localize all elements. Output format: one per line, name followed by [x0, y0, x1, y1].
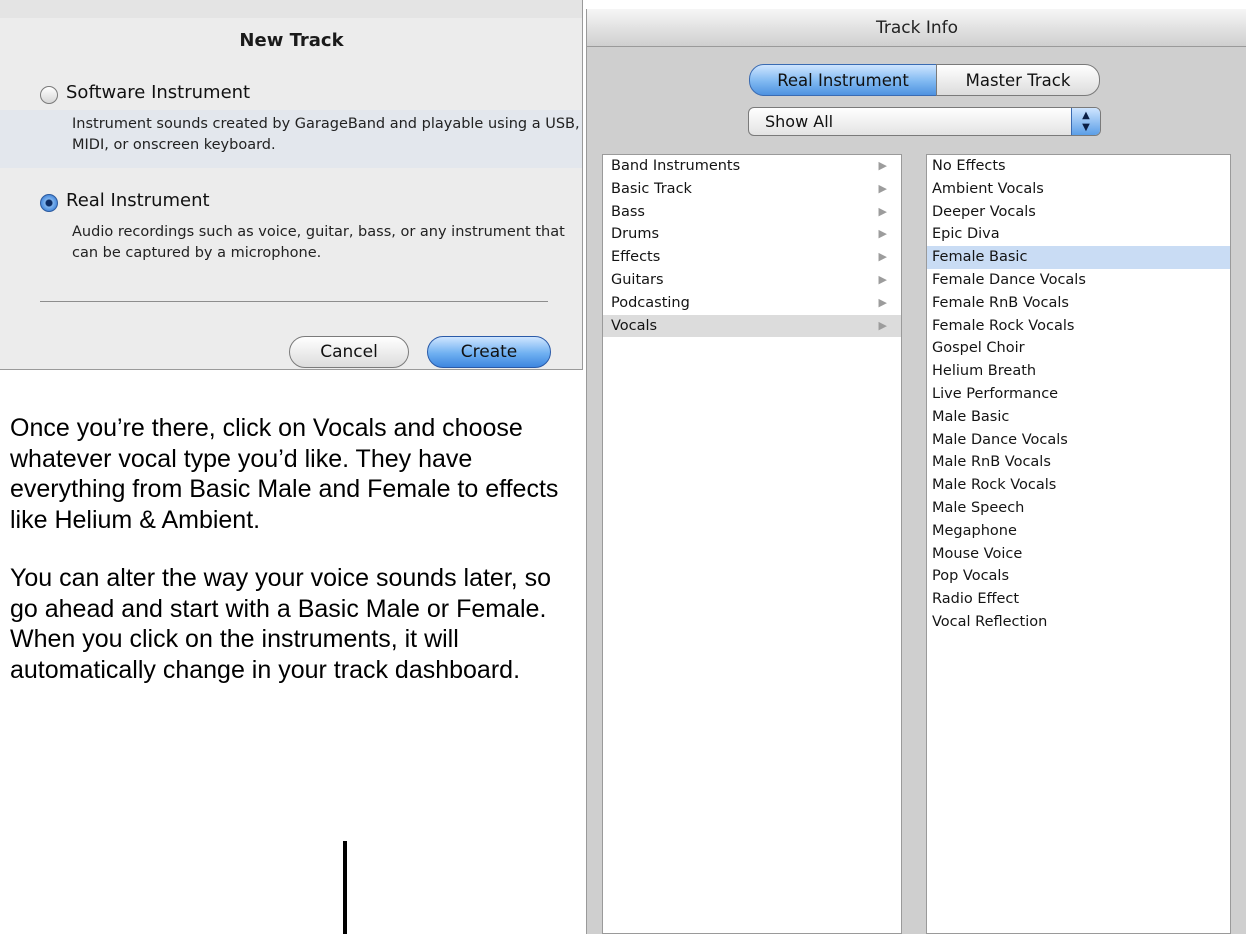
category-item[interactable]: Guitars ▶	[603, 269, 901, 292]
real-instrument-label[interactable]: Real Instrument	[66, 190, 210, 211]
dropdown-value: Show All	[765, 112, 834, 131]
text-cursor	[343, 841, 347, 934]
track-info-title: Track Info	[587, 9, 1246, 47]
tab-master-track[interactable]: Master Track	[936, 64, 1100, 96]
preset-item[interactable]: Male Basic	[927, 406, 1230, 429]
software-instrument-label[interactable]: Software Instrument	[66, 82, 250, 103]
preset-item[interactable]: Gospel Choir	[927, 337, 1230, 360]
real-instrument-description: Audio recordings such as voice, guitar, …	[72, 224, 565, 261]
track-info-panel: Track Info Real Instrument Master Track …	[586, 9, 1246, 934]
preset-item[interactable]: Female Rock Vocals	[927, 315, 1230, 338]
preset-item[interactable]: Male Speech	[927, 497, 1230, 520]
preset-item[interactable]: Radio Effect	[927, 588, 1230, 611]
tab-real-instrument[interactable]: Real Instrument	[749, 64, 937, 96]
disclosure-arrow-icon: ▶	[878, 318, 887, 332]
disclosure-arrow-icon: ▶	[878, 272, 887, 286]
cancel-button[interactable]: Cancel	[289, 336, 409, 368]
category-label: Drums	[611, 226, 659, 243]
disclosure-arrow-icon: ▶	[878, 227, 887, 241]
software-instrument-radio[interactable]	[40, 86, 58, 104]
disclosure-arrow-icon: ▶	[878, 159, 887, 172]
category-label: Guitars	[611, 271, 664, 288]
category-item[interactable]: Bass ▶	[603, 201, 901, 224]
preset-item[interactable]: Epic Diva	[927, 223, 1230, 246]
new-track-dialog: New Track Software Instrument Instrument…	[0, 0, 583, 370]
preset-item[interactable]: Live Performance	[927, 383, 1230, 406]
category-item[interactable]: Effects ▶	[603, 246, 901, 269]
category-list: Band Instruments ▶ Basic Track ▶ Bass ▶ Drums ▶…	[602, 154, 902, 934]
instruction-paragraph-1: Once you’re there, click on Vocals and c…	[10, 414, 559, 534]
preset-item[interactable]: Helium Breath	[927, 360, 1230, 383]
dialog-title: New Track	[239, 30, 344, 51]
category-label: Effects	[611, 249, 661, 266]
preset-list: No Effects Ambient Vocals Deeper Vocals Epi…	[926, 154, 1231, 934]
create-button[interactable]: Create	[427, 336, 551, 368]
category-item[interactable]: Basic Track ▶	[603, 178, 901, 201]
category-label: Podcasting	[611, 294, 690, 311]
category-item[interactable]: Drums ▶	[603, 223, 901, 246]
preset-item[interactable]: Ambient Vocals	[927, 178, 1230, 201]
disclosure-arrow-icon: ▶	[878, 295, 887, 309]
category-label: Basic Track	[611, 180, 692, 197]
show-all-dropdown[interactable]: Show All ▲ ▼	[748, 107, 1101, 136]
updown-arrows-icon: ▲ ▼	[1071, 108, 1100, 135]
timeline-ruler	[0, 0, 582, 18]
category-label: Band Instruments	[611, 158, 741, 174]
real-instrument-radio[interactable]	[40, 194, 58, 212]
category-item[interactable]: Podcasting ▶	[603, 292, 901, 315]
instruction-paragraph-2: You can alter the way your voice sounds …	[10, 564, 552, 684]
preset-item[interactable]: Female RnB Vocals	[927, 292, 1230, 315]
preset-item[interactable]: Female Basic	[927, 246, 1230, 269]
preset-item[interactable]: Female Dance Vocals	[927, 269, 1230, 292]
preset-item[interactable]: Male RnB Vocals	[927, 451, 1230, 474]
category-label: Bass	[611, 203, 645, 220]
preset-item[interactable]: Mouse Voice	[927, 543, 1230, 566]
preset-item[interactable]: Male Dance Vocals	[927, 429, 1230, 452]
preset-item[interactable]: Megaphone	[927, 520, 1230, 543]
preset-item[interactable]: Male Rock Vocals	[927, 474, 1230, 497]
category-label: Vocals	[611, 317, 658, 334]
disclosure-arrow-icon: ▶	[878, 204, 887, 218]
preset-item[interactable]: Vocal Reflection	[927, 611, 1230, 634]
category-item[interactable]: Vocals ▶	[603, 314, 901, 338]
preset-item[interactable]: Deeper Vocals	[927, 201, 1230, 224]
software-instrument-description: Instrument sounds created by GarageBand …	[72, 116, 580, 153]
disclosure-arrow-icon: ▶	[878, 250, 887, 264]
preset-item[interactable]: Pop Vocals	[927, 565, 1230, 588]
preset-item[interactable]: No Effects	[927, 155, 1230, 178]
dialog-divider	[40, 301, 548, 302]
disclosure-arrow-icon: ▶	[878, 181, 887, 195]
category-item[interactable]: Band Instruments ▶	[603, 155, 901, 178]
